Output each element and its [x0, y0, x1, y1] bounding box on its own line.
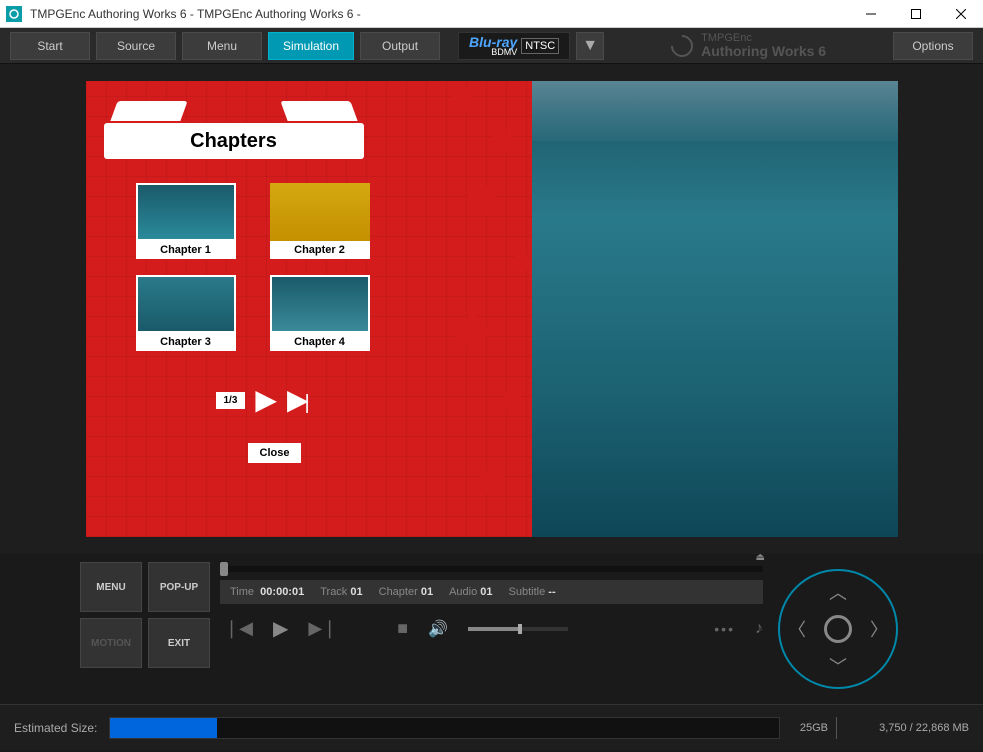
- disc-standard: NTSC: [521, 38, 559, 54]
- audio-value: 01: [480, 586, 492, 598]
- size-fill: [110, 718, 217, 738]
- tab-start[interactable]: Start: [10, 32, 90, 60]
- remote-motion-button[interactable]: MOTION: [80, 618, 142, 668]
- status-bar: Estimated Size: 25GB 3,750 / 22,868 MB: [0, 704, 983, 750]
- subtitle-label: Subtitle: [509, 586, 546, 598]
- window-title: TMPGEnc Authoring Works 6 - TMPGEnc Auth…: [30, 7, 361, 21]
- chapter-item-2[interactable]: Chapter 2: [270, 183, 370, 263]
- dpad-down-icon[interactable]: ﹀: [829, 653, 847, 679]
- eject-icon[interactable]: ⏏: [756, 552, 765, 563]
- estimated-size-label: Estimated Size:: [14, 721, 97, 735]
- volume-thumb[interactable]: [518, 624, 522, 634]
- toolbar: Start Source Menu Simulation Output Blu-…: [0, 28, 983, 64]
- time-value: 00:00:01: [260, 586, 304, 598]
- track-label: Track: [320, 586, 347, 598]
- chapter-value: 01: [421, 586, 433, 598]
- page-indicator: 1/3: [216, 392, 246, 409]
- volume-icon[interactable]: 🔊: [428, 619, 448, 639]
- titlebar: TMPGEnc Authoring Works 6 - TMPGEnc Auth…: [0, 0, 983, 28]
- volume-slider[interactable]: [468, 627, 568, 631]
- subtitle-value: --: [548, 586, 555, 598]
- brand: TMPGEnc Authoring Works 6: [610, 33, 887, 58]
- menu-play-icon[interactable]: ▶: [255, 386, 277, 414]
- chapter-item-1[interactable]: Chapter 1: [136, 183, 236, 263]
- tab-menu[interactable]: Menu: [182, 32, 262, 60]
- dpad-up-icon[interactable]: ︿: [829, 579, 847, 605]
- chapter-thumb: [136, 275, 236, 333]
- app-icon: [6, 6, 22, 22]
- dpad-ok-button[interactable]: [824, 615, 852, 643]
- prev-icon[interactable]: ❘◀: [224, 618, 253, 639]
- audio-label: Audio: [449, 586, 477, 598]
- tab-output[interactable]: Output: [360, 32, 440, 60]
- seek-thumb[interactable]: [220, 562, 228, 576]
- menu-nav-row: 1/3 ▶ ▶|: [216, 386, 310, 414]
- music-icon[interactable]: ♪: [755, 620, 763, 638]
- transport-controls: ❘◀ ▶ ▶❘ ■ 🔊 ••• ♪: [220, 612, 763, 641]
- chapter-item-3[interactable]: Chapter 3: [136, 275, 236, 355]
- time-label: Time: [230, 586, 254, 598]
- options-button[interactable]: Options: [893, 32, 973, 60]
- preview-area: Chapters Chapter 1 Chapter 2 Chapter 3 C…: [0, 64, 983, 554]
- disc-type-dropdown[interactable]: ▼: [576, 32, 604, 60]
- disc-type-indicator: Blu-ray BDMV NTSC: [458, 32, 570, 60]
- dpad: ︿ ﹀ 〈 〉: [778, 569, 898, 689]
- simulation-controls: MENU POP-UP MOTION EXIT ⏏ Time 00:00:01 …: [0, 554, 983, 704]
- size-meter: [109, 717, 779, 739]
- chapter-item-4[interactable]: Chapter 4: [270, 275, 370, 355]
- menu-next-icon[interactable]: ▶|: [287, 386, 310, 414]
- chapter-thumb: [270, 183, 370, 241]
- chapters-grid: Chapter 1 Chapter 2 Chapter 3 Chapter 4: [136, 183, 370, 355]
- tab-simulation[interactable]: Simulation: [268, 32, 354, 60]
- seek-bar[interactable]: ⏏: [220, 566, 763, 572]
- disc-preview[interactable]: Chapters Chapter 1 Chapter 2 Chapter 3 C…: [86, 81, 898, 537]
- dpad-left-icon[interactable]: 〈: [788, 616, 806, 642]
- maximize-button[interactable]: [893, 0, 938, 28]
- chapter-label: Chapter 4: [270, 333, 370, 351]
- size-total: 3,750 / 22,868 MB: [849, 722, 969, 734]
- remote-popup-button[interactable]: POP-UP: [148, 562, 210, 612]
- tab-source[interactable]: Source: [96, 32, 176, 60]
- minimize-button[interactable]: [848, 0, 893, 28]
- chapter-label: Chapter: [379, 586, 418, 598]
- more-icon[interactable]: •••: [714, 621, 735, 637]
- brand-bottom: Authoring Works 6: [701, 44, 826, 58]
- remote-exit-button[interactable]: EXIT: [148, 618, 210, 668]
- play-icon[interactable]: ▶: [273, 616, 288, 641]
- chapters-title: Chapters: [104, 123, 364, 159]
- chapter-label: Chapter 3: [136, 333, 236, 351]
- chapter-thumb: [270, 275, 370, 333]
- stop-icon[interactable]: ■: [397, 618, 408, 639]
- close-button[interactable]: [938, 0, 983, 28]
- dpad-right-icon[interactable]: 〉: [870, 616, 888, 642]
- chapter-label: Chapter 2: [270, 241, 370, 259]
- chapter-thumb: [136, 183, 236, 241]
- dpad-container: ︿ ﹀ 〈 〉: [773, 562, 903, 696]
- track-value: 01: [350, 586, 362, 598]
- next-icon[interactable]: ▶❘: [308, 618, 337, 639]
- brand-logo-icon: [667, 30, 698, 61]
- playback-info: Time 00:00:01 Track 01 Chapter 01 Audio …: [220, 580, 763, 604]
- remote-menu-button[interactable]: MENU: [80, 562, 142, 612]
- disc-capacity: 25GB: [792, 717, 837, 739]
- chapter-label: Chapter 1: [136, 241, 236, 259]
- playback-panel: ⏏ Time 00:00:01 Track 01 Chapter 01 Audi…: [220, 562, 763, 696]
- menu-close-button[interactable]: Close: [248, 443, 302, 463]
- remote-buttons: MENU POP-UP MOTION EXIT: [80, 562, 210, 696]
